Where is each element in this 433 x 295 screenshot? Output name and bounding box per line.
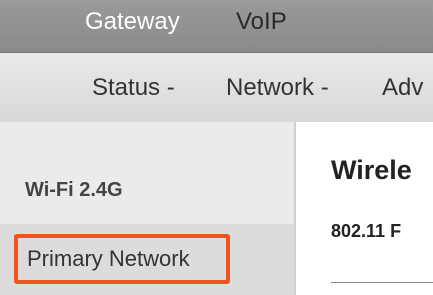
- menu-network[interactable]: Network -: [226, 74, 329, 102]
- sidebar-item-primary-network[interactable]: Primary Network: [14, 234, 230, 284]
- menu-status[interactable]: Status -: [92, 74, 175, 102]
- section-heading: 802.11 F: [331, 221, 402, 241]
- sidebar-section-wifi-2-4g[interactable]: Wi-Fi 2.4G: [25, 179, 123, 202]
- main-content: [296, 122, 433, 295]
- tab-gateway[interactable]: Gateway: [85, 8, 180, 36]
- divider: [331, 282, 433, 283]
- page-title: Wirele: [331, 155, 412, 185]
- top-navigation-bar: Gateway VoIP: [0, 0, 433, 52]
- secondary-navigation-bar: Status - Network - Adv: [0, 52, 433, 123]
- tab-voip[interactable]: VoIP: [236, 8, 287, 36]
- menu-advanced[interactable]: Adv: [382, 74, 423, 102]
